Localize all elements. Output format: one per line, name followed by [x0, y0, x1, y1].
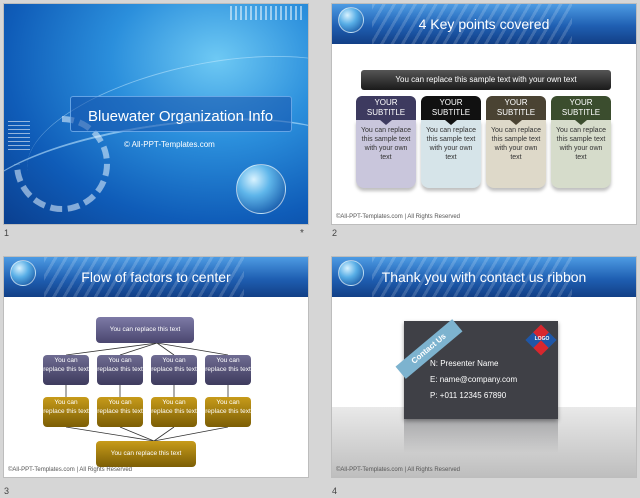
banner-text: You can replace this sample text with yo…	[361, 70, 611, 90]
card-notch	[380, 120, 392, 125]
slide-thumbnail-2[interactable]: 4 Key points covered You can replace thi…	[331, 3, 637, 225]
card-heading: YOUR SUBTITLE	[356, 96, 416, 120]
factor-box: You can replace this text	[151, 397, 197, 427]
factor-box: You can replace this text	[151, 355, 197, 385]
factor-box: You can replace this text	[97, 397, 143, 427]
factor-box: You can replace this text	[43, 355, 89, 385]
card-notch	[575, 120, 587, 125]
subtitle-card: YOUR SUBTITLE You can replace this sampl…	[551, 96, 611, 188]
decorative-lines	[8, 120, 30, 150]
card-notch	[510, 120, 522, 125]
slide-number: 1	[4, 228, 10, 238]
slide-title: Bluewater Organization Info	[88, 108, 274, 125]
card-body: You can replace this sample text with yo…	[356, 120, 416, 188]
slide-thumbnail-3[interactable]: Flow of factors to center You can replac…	[3, 256, 309, 478]
slide-thumbnail-1[interactable]: Bluewater Organization Info © All-PPT-Te…	[3, 3, 309, 225]
slide-number: 4	[332, 486, 338, 496]
center-box: You can replace this text	[96, 441, 196, 467]
globe-icon	[236, 164, 286, 214]
card-heading: YOUR SUBTITLE	[486, 96, 546, 120]
slide-footer: ©All-PPT-Templates.com | All Rights Rese…	[336, 467, 461, 473]
animation-star-icon[interactable]: *	[300, 228, 304, 239]
card-reflection	[404, 419, 558, 453]
logo-text: LOGO	[534, 336, 550, 342]
factor-box: You can replace this text	[205, 355, 251, 385]
subtitle-card: YOUR SUBTITLE You can replace this sampl…	[421, 96, 481, 188]
factor-box: You can replace this text	[43, 397, 89, 427]
card-body: You can replace this sample text with yo…	[421, 120, 481, 188]
slide-number: 2	[332, 228, 338, 238]
factor-box: You can replace this text	[205, 397, 251, 427]
card-body: You can replace this sample text with yo…	[551, 120, 611, 188]
slide-subtitle: © All-PPT-Templates.com	[124, 140, 215, 149]
card-heading: YOUR SUBTITLE	[421, 96, 481, 120]
presenter-email: E: name@company.com	[430, 375, 518, 384]
slide-footer: ©All-PPT-Templates.com | All Rights Rese…	[8, 467, 133, 473]
slide-thumbnail-4[interactable]: Thank you with contact us ribbon Contact…	[331, 256, 637, 478]
subtitle-card: YOUR SUBTITLE You can replace this sampl…	[356, 96, 416, 188]
presenter-phone: P: +011 12345 67890	[430, 391, 507, 400]
slide-title: Thank you with contact us ribbon	[381, 269, 587, 285]
decorative-stripes	[230, 6, 302, 20]
card-body: You can replace this sample text with yo…	[486, 120, 546, 188]
card-notch	[445, 120, 457, 125]
slide-title: 4 Key points covered	[418, 16, 550, 32]
card-heading: YOUR SUBTITLE	[551, 96, 611, 120]
subtitle-card: YOUR SUBTITLE You can replace this sampl…	[486, 96, 546, 188]
presenter-name: N: Presenter Name	[430, 359, 499, 368]
factor-box: You can replace this text	[97, 355, 143, 385]
slide-footer: ©All-PPT-Templates.com | All Rights Rese…	[336, 214, 461, 220]
top-box: You can replace this text	[96, 317, 194, 343]
slide-number: 3	[4, 486, 10, 496]
